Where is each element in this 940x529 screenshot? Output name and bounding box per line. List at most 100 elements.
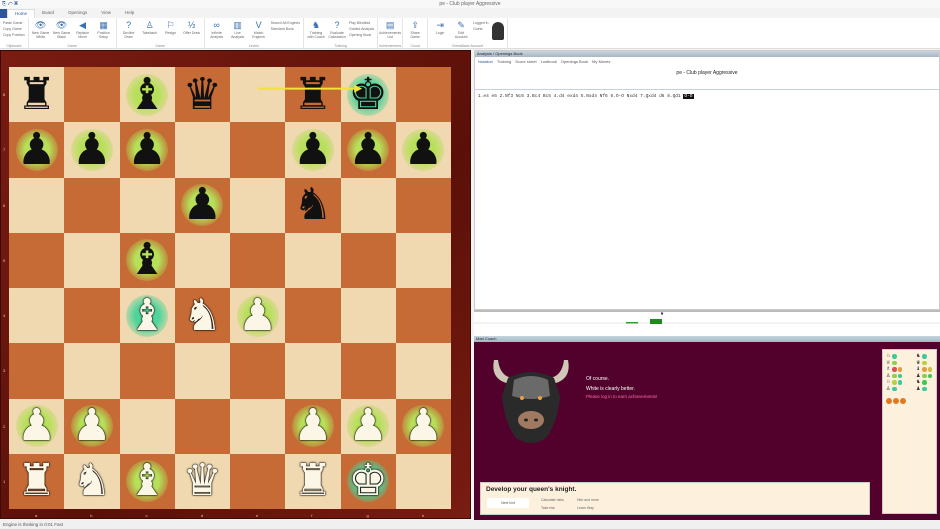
tab-board[interactable]: Board — [35, 9, 61, 18]
notation-tab[interactable]: Notation — [478, 59, 493, 64]
next-hint-button[interactable]: Next hint — [487, 498, 529, 508]
square-d2[interactable] — [174, 398, 230, 454]
move[interactable]: 6.O-O — [610, 94, 624, 99]
ribbon-button[interactable]: ⚐ Resign — [162, 20, 180, 47]
black-bishop-icon[interactable]: ♝ — [120, 233, 175, 288]
move[interactable]: 4.d4 — [554, 94, 565, 99]
square-g5[interactable] — [340, 232, 396, 288]
chess-board[interactable]: ♜ ♝ ♛ ♜ ♚ ♟ ♟ ♟ ♟ ♟ ♟ ♟ ♞ ♝ ♝ ♞ ♟ ♟ ♟ ♟ ♟ ♟ ♜ ♞ ♝ ♛ ♜ ♚ a b c d e f g h 8 7 6 5… — [3, 67, 451, 518]
black-pawn-icon[interactable]: ♟ — [341, 122, 396, 177]
square-h5[interactable] — [395, 232, 451, 288]
black-bishop-icon[interactable]: ♝ — [120, 67, 175, 122]
square-h1[interactable] — [395, 453, 451, 509]
square-c2[interactable] — [119, 398, 175, 454]
black-queen-icon[interactable]: ♛ — [175, 67, 230, 122]
square-e7[interactable] — [230, 122, 286, 178]
option-checkbox[interactable]: Calculate risks — [541, 498, 564, 502]
square-h8[interactable] — [395, 67, 451, 123]
ribbon-button[interactable]: ▤ Achievements List — [379, 20, 401, 47]
black-pawn-icon[interactable]: ♟ — [396, 122, 451, 177]
white-pawn-icon[interactable]: ♟ — [230, 288, 285, 343]
square-g3[interactable] — [340, 343, 396, 399]
ribbon-small-button[interactable]: Opening Book — [349, 32, 374, 38]
notation-tab[interactable]: Score sheet — [515, 59, 536, 64]
white-bishop-icon[interactable]: ♝ — [120, 288, 175, 343]
move[interactable]: 1.e4 — [478, 94, 489, 99]
move[interactable]: 8.Qd1 — [667, 94, 681, 99]
white-rook-icon[interactable]: ♜ — [9, 454, 64, 509]
ribbon-button[interactable]: ♞ Training with Coach — [307, 20, 325, 47]
square-a5[interactable] — [9, 232, 65, 288]
black-pawn-icon[interactable]: ♟ — [120, 122, 175, 177]
square-e8[interactable] — [230, 67, 286, 123]
square-g6[interactable] — [340, 177, 396, 233]
square-f3[interactable] — [285, 343, 341, 399]
black-pawn-icon[interactable]: ♟ — [9, 122, 64, 177]
square-d3[interactable] — [174, 343, 230, 399]
ribbon-button[interactable]: ▥ Live Analysis — [229, 20, 247, 47]
white-pawn-icon[interactable]: ♟ — [341, 399, 396, 454]
file-menu-button[interactable] — [0, 9, 7, 18]
white-queen-icon[interactable]: ♛ — [175, 454, 230, 509]
square-e6[interactable] — [230, 177, 286, 233]
option-checkbox[interactable]: Learn Way — [577, 506, 594, 510]
square-h3[interactable] — [395, 343, 451, 399]
square-e5[interactable] — [230, 232, 286, 288]
white-pawn-icon[interactable]: ♟ — [9, 399, 64, 454]
square-c6[interactable] — [119, 177, 175, 233]
black-rook-icon[interactable]: ♜ — [9, 67, 64, 122]
square-f4[interactable] — [285, 288, 341, 344]
move[interactable]: Nc6 — [516, 94, 524, 99]
square-e3[interactable] — [230, 343, 286, 399]
square-d7[interactable] — [174, 122, 230, 178]
square-h6[interactable] — [395, 177, 451, 233]
white-rook-icon[interactable]: ♜ — [285, 454, 340, 509]
login-hint-link[interactable]: Please log in to earn achievements! — [586, 394, 657, 400]
move[interactable]: d6 — [659, 94, 664, 99]
ribbon-small-button[interactable]: Copy Position — [3, 32, 25, 38]
ribbon-button[interactable]: 👁 New Game White — [32, 20, 50, 47]
white-king-icon[interactable]: ♚ — [341, 454, 396, 509]
option-checkbox[interactable]: Hint and more — [577, 498, 599, 502]
ribbon-button[interactable]: ∞ Infinite Analysis — [208, 20, 226, 47]
square-b8[interactable] — [64, 67, 120, 123]
ribbon-button[interactable]: 👁 New Game Black — [53, 20, 71, 47]
move[interactable]: 7.Qxd4 — [640, 94, 656, 99]
square-e2[interactable] — [230, 398, 286, 454]
white-bishop-icon[interactable]: ♝ — [120, 454, 175, 509]
square-b4[interactable] — [64, 288, 120, 344]
square-b5[interactable] — [64, 232, 120, 288]
ribbon-button[interactable]: ? Evaluate Calculation — [328, 20, 346, 47]
tab-help[interactable]: Help — [118, 9, 141, 18]
ribbon-button[interactable]: V Match Engines — [250, 20, 268, 47]
ribbon-button[interactable]: ♙ Takeback — [141, 20, 159, 47]
tab-home[interactable]: Home — [7, 9, 36, 18]
ribbon-button[interactable]: ▦ Position Setup — [95, 20, 113, 47]
black-pawn-icon[interactable]: ♟ — [64, 122, 119, 177]
notation-tab[interactable]: Lostbook — [541, 59, 557, 64]
move[interactable]: Nf6 — [600, 94, 608, 99]
white-knight-icon[interactable]: ♞ — [64, 454, 119, 509]
ribbon-button[interactable]: ⇪ Share Game — [406, 20, 424, 47]
square-a3[interactable] — [9, 343, 65, 399]
black-rook-icon[interactable]: ♜ — [285, 67, 340, 122]
move[interactable]: Nxd4 — [627, 94, 638, 99]
ribbon-button[interactable]: ½ Offer Draw — [183, 20, 201, 47]
notation-tab[interactable]: Openings Book — [561, 59, 588, 64]
square-g4[interactable] — [340, 288, 396, 344]
white-knight-icon[interactable]: ♞ — [175, 288, 230, 343]
black-pawn-icon[interactable]: ♟ — [285, 122, 340, 177]
move[interactable]: 5.Nxd4 — [581, 94, 597, 99]
move[interactable]: Bc5 — [543, 94, 551, 99]
square-d5[interactable] — [174, 232, 230, 288]
tab-view[interactable]: View — [94, 9, 118, 18]
move[interactable]: 2.Nf3 — [500, 94, 514, 99]
ribbon-button[interactable]: ◀ Replace Move — [74, 20, 92, 47]
move[interactable]: 3.Bc4 — [527, 94, 541, 99]
move[interactable]: exd4 — [567, 94, 578, 99]
square-b6[interactable] — [64, 177, 120, 233]
black-knight-icon[interactable]: ♞ — [285, 178, 340, 233]
tab-openings[interactable]: Openings — [61, 9, 94, 18]
notation-tab[interactable]: My Moves — [592, 59, 610, 64]
square-a6[interactable] — [9, 177, 65, 233]
